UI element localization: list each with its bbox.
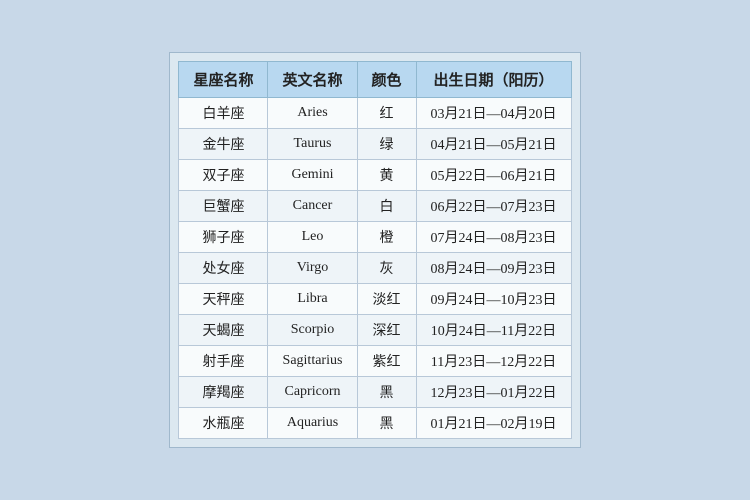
table-cell-1-3: 04月21日—05月21日 — [416, 129, 571, 160]
table-cell-9-2: 黑 — [357, 377, 416, 408]
table-cell-5-3: 08月24日—09月23日 — [416, 253, 571, 284]
column-header-0: 星座名称 — [179, 62, 268, 98]
table-row: 射手座Sagittarius紫红11月23日—12月22日 — [179, 346, 571, 377]
zodiac-table: 星座名称英文名称颜色出生日期（阳历） 白羊座Aries红03月21日—04月20… — [178, 61, 571, 439]
column-header-3: 出生日期（阳历） — [416, 62, 571, 98]
table-cell-5-0: 处女座 — [179, 253, 268, 284]
table-row: 巨蟹座Cancer白06月22日—07月23日 — [179, 191, 571, 222]
table-cell-0-1: Aries — [268, 98, 357, 129]
table-row: 天秤座Libra淡红09月24日—10月23日 — [179, 284, 571, 315]
table-cell-10-0: 水瓶座 — [179, 408, 268, 439]
table-cell-1-0: 金牛座 — [179, 129, 268, 160]
table-cell-9-1: Capricorn — [268, 377, 357, 408]
table-cell-4-2: 橙 — [357, 222, 416, 253]
table-cell-3-2: 白 — [357, 191, 416, 222]
table-row: 摩羯座Capricorn黑12月23日—01月22日 — [179, 377, 571, 408]
table-cell-10-3: 01月21日—02月19日 — [416, 408, 571, 439]
table-cell-2-2: 黄 — [357, 160, 416, 191]
table-cell-8-2: 紫红 — [357, 346, 416, 377]
table-cell-7-2: 深红 — [357, 315, 416, 346]
column-header-1: 英文名称 — [268, 62, 357, 98]
table-cell-0-2: 红 — [357, 98, 416, 129]
table-cell-2-0: 双子座 — [179, 160, 268, 191]
table-cell-9-3: 12月23日—01月22日 — [416, 377, 571, 408]
table-cell-10-1: Aquarius — [268, 408, 357, 439]
table-cell-8-0: 射手座 — [179, 346, 268, 377]
table-row: 金牛座Taurus绿04月21日—05月21日 — [179, 129, 571, 160]
table-cell-3-1: Cancer — [268, 191, 357, 222]
table-cell-6-1: Libra — [268, 284, 357, 315]
table-cell-5-2: 灰 — [357, 253, 416, 284]
table-cell-4-0: 狮子座 — [179, 222, 268, 253]
table-cell-8-3: 11月23日—12月22日 — [416, 346, 571, 377]
table-cell-2-3: 05月22日—06月21日 — [416, 160, 571, 191]
column-header-2: 颜色 — [357, 62, 416, 98]
table-cell-4-3: 07月24日—08月23日 — [416, 222, 571, 253]
table-row: 水瓶座Aquarius黑01月21日—02月19日 — [179, 408, 571, 439]
table-cell-6-0: 天秤座 — [179, 284, 268, 315]
table-row: 狮子座Leo橙07月24日—08月23日 — [179, 222, 571, 253]
table-cell-6-2: 淡红 — [357, 284, 416, 315]
table-row: 处女座Virgo灰08月24日—09月23日 — [179, 253, 571, 284]
table-cell-7-3: 10月24日—11月22日 — [416, 315, 571, 346]
table-cell-4-1: Leo — [268, 222, 357, 253]
table-cell-3-3: 06月22日—07月23日 — [416, 191, 571, 222]
table-cell-1-2: 绿 — [357, 129, 416, 160]
zodiac-table-container: 星座名称英文名称颜色出生日期（阳历） 白羊座Aries红03月21日—04月20… — [169, 52, 580, 448]
table-cell-10-2: 黑 — [357, 408, 416, 439]
table-row: 天蝎座Scorpio深红10月24日—11月22日 — [179, 315, 571, 346]
table-cell-9-0: 摩羯座 — [179, 377, 268, 408]
table-cell-7-1: Scorpio — [268, 315, 357, 346]
table-cell-3-0: 巨蟹座 — [179, 191, 268, 222]
table-cell-0-3: 03月21日—04月20日 — [416, 98, 571, 129]
table-row: 白羊座Aries红03月21日—04月20日 — [179, 98, 571, 129]
table-header-row: 星座名称英文名称颜色出生日期（阳历） — [179, 62, 571, 98]
table-cell-7-0: 天蝎座 — [179, 315, 268, 346]
table-cell-0-0: 白羊座 — [179, 98, 268, 129]
table-cell-8-1: Sagittarius — [268, 346, 357, 377]
table-cell-1-1: Taurus — [268, 129, 357, 160]
table-cell-5-1: Virgo — [268, 253, 357, 284]
table-cell-6-3: 09月24日—10月23日 — [416, 284, 571, 315]
table-row: 双子座Gemini黄05月22日—06月21日 — [179, 160, 571, 191]
table-cell-2-1: Gemini — [268, 160, 357, 191]
